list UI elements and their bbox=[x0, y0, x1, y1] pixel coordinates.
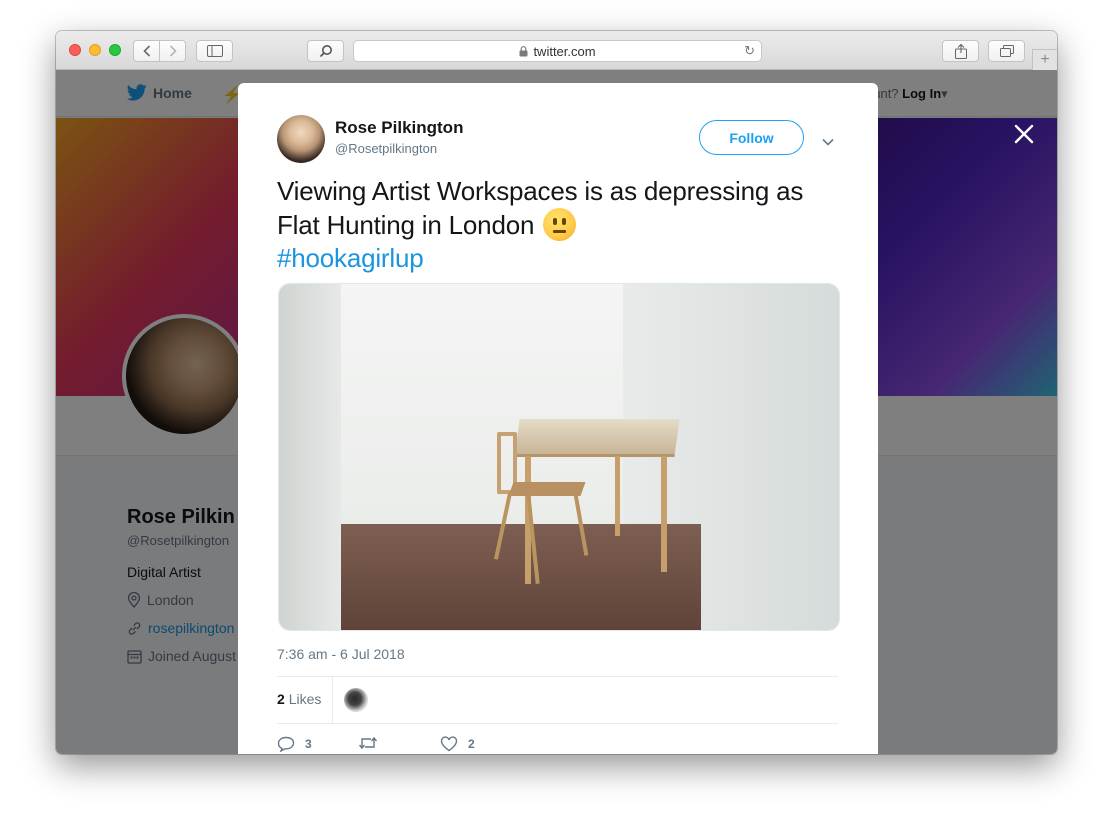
tweet-text-body: Viewing Artist Workspaces is as depressi… bbox=[277, 176, 804, 240]
reload-icon[interactable]: ↻ bbox=[744, 43, 755, 59]
retweet-button[interactable] bbox=[358, 736, 378, 750]
share-icon bbox=[954, 43, 967, 59]
chevron-left-icon bbox=[142, 45, 150, 57]
close-icon bbox=[1014, 124, 1034, 144]
tweet-timestamp[interactable]: 7:36 am - 6 Jul 2018 bbox=[277, 646, 405, 662]
tweet-text: Viewing Artist Workspaces is as depressi… bbox=[277, 175, 847, 275]
tweet-hashtag[interactable]: #hookagirlup bbox=[277, 243, 424, 273]
liker-avatar[interactable] bbox=[344, 688, 368, 712]
likes-label: Likes bbox=[288, 691, 322, 707]
chevron-right-icon bbox=[169, 45, 177, 57]
history-nav bbox=[133, 40, 186, 62]
lock-icon bbox=[519, 45, 528, 56]
reply-count: 3 bbox=[305, 737, 312, 751]
minimize-window-button[interactable] bbox=[89, 44, 101, 56]
close-modal-button[interactable] bbox=[1013, 123, 1035, 145]
reply-button[interactable]: 3 bbox=[277, 736, 312, 752]
tweet-author-name[interactable]: Rose Pilkington bbox=[335, 118, 463, 138]
tabs-overview-button[interactable] bbox=[988, 40, 1025, 62]
like-button[interactable]: 2 bbox=[440, 736, 475, 752]
back-button[interactable] bbox=[134, 41, 159, 61]
tweet-actions: 3 2 bbox=[277, 736, 838, 754]
tweet-options-button[interactable] bbox=[822, 133, 834, 151]
heart-icon bbox=[440, 736, 458, 752]
chevron-down-icon bbox=[822, 138, 834, 146]
likes-count: 2 bbox=[277, 691, 285, 707]
follow-button[interactable]: Follow bbox=[699, 120, 804, 155]
retweet-icon bbox=[358, 736, 378, 750]
search-icon bbox=[319, 45, 332, 58]
address-bar[interactable]: twitter.com ↻ bbox=[353, 40, 762, 62]
browser-window: twitter.com ↻ + Home ⚡ ccount? Log In▾ bbox=[56, 31, 1057, 754]
new-tab-button[interactable]: + bbox=[1032, 49, 1057, 70]
tabs-icon bbox=[999, 45, 1014, 57]
neutral-face-emoji-icon bbox=[543, 208, 577, 241]
sidebar-icon bbox=[206, 45, 223, 57]
sidebar-toggle-button[interactable] bbox=[196, 40, 233, 62]
close-window-button[interactable] bbox=[69, 44, 81, 56]
browser-toolbar: twitter.com ↻ + bbox=[56, 31, 1057, 70]
reply-icon bbox=[277, 736, 295, 752]
forward-button[interactable] bbox=[159, 41, 185, 61]
divider bbox=[277, 723, 838, 724]
like-count: 2 bbox=[468, 737, 475, 751]
page-content: Home ⚡ ccount? Log In▾ Rose Pilkin @Rose… bbox=[56, 70, 1057, 754]
likes-summary[interactable]: 2 Likes bbox=[277, 691, 321, 707]
tweet-modal: Rose Pilkington @Rosetpilkington Follow … bbox=[238, 83, 878, 754]
tweet-author-avatar[interactable] bbox=[277, 115, 325, 163]
search-toolbar-button[interactable] bbox=[307, 40, 344, 62]
tweet-photo[interactable] bbox=[278, 283, 840, 631]
divider bbox=[277, 676, 838, 677]
tweet-author-handle[interactable]: @Rosetpilkington bbox=[335, 141, 437, 156]
share-button[interactable] bbox=[942, 40, 979, 62]
divider bbox=[332, 677, 333, 723]
zoom-window-button[interactable] bbox=[109, 44, 121, 56]
url-text: twitter.com bbox=[533, 43, 596, 59]
